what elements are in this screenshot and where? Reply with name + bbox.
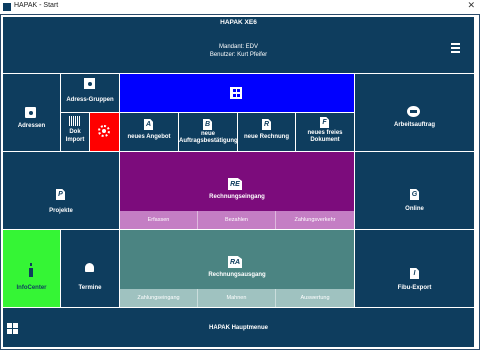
dok-import-label-1: Dok [69, 129, 81, 135]
projekte-label: Projekte [49, 208, 73, 214]
neue-auftragsbestaetigung-tile[interactable]: B neue Auftragsbestätigung [179, 113, 238, 151]
zahlungsverkehr-button[interactable]: Zahlungsverkehr [276, 211, 354, 229]
dok-import-label-2: Import [65, 137, 85, 143]
rechnungsausgang-actions: Zahlungseingang Mahnen Auswertung [120, 289, 354, 307]
address-book-icon [25, 107, 36, 118]
mandant-label: Mandant: EDV [218, 44, 259, 50]
document-re-icon: RE [228, 178, 242, 190]
document-f-icon: F [320, 117, 329, 128]
settings-cog-icon [98, 125, 110, 137]
document-p-icon: P [56, 189, 65, 200]
header-tile: HAPAK XE6 Mandant: EDV Benutzer: Kurt Pf… [3, 17, 474, 73]
hauptmenue-label: HAPAK Hauptmenue [209, 325, 268, 331]
fibu-export-tile[interactable]: I Fibu-Export [355, 230, 474, 307]
dok-import-tile[interactable]: Dok Import [61, 113, 89, 151]
neues-freies-dokument-tile[interactable]: F neues freies Dokument [296, 113, 354, 151]
bezahlen-button[interactable]: Bezahlen [198, 211, 276, 229]
fibu-export-label: Fibu-Export [397, 285, 432, 291]
adress-gruppen-label: Adress-Gruppen [66, 97, 114, 103]
document-ra-icon: RA [228, 256, 242, 268]
erfassen-button[interactable]: Erfassen [120, 211, 198, 229]
projekte-tile[interactable]: P Projekte [3, 152, 119, 229]
document-a-icon: A [144, 119, 153, 130]
auswertung-button[interactable]: Auswertung [276, 289, 354, 307]
main-window: HAPAK XE6 Mandant: EDV Benutzer: Kurt Pf… [0, 14, 480, 350]
info-icon [29, 266, 33, 277]
zahlungseingang-button[interactable]: Zahlungseingang [120, 289, 198, 307]
app-title: HAPAK XE6 [220, 19, 257, 26]
neue-auftrag-label-1: neue [200, 131, 215, 137]
document-i-icon: I [410, 268, 419, 279]
neues-angebot-label: neues Angebot [127, 134, 171, 140]
online-label: Online [405, 206, 424, 212]
benutzer-label: Benutzer: Kurt Pfeifer [209, 52, 268, 58]
rechnungseingang-label: Rechnungseingang [209, 194, 265, 200]
rechnungsausgang-tile[interactable]: RA Rechnungsausgang Zahlungseingang Mahn… [120, 230, 354, 307]
close-button[interactable]: ✕ [467, 0, 475, 11]
scanner-tile[interactable] [90, 113, 119, 151]
neues-freies-label-2: Dokument [310, 137, 340, 143]
document-g-icon: G [410, 189, 419, 200]
adressen-label: Adressen [17, 123, 46, 129]
infocenter-tile[interactable]: InfoCenter [3, 230, 60, 307]
rechnungseingang-tile[interactable]: RE Rechnungseingang Erfassen Bezahlen Za… [120, 152, 354, 229]
rechnungsausgang-label: Rechnungsausgang [208, 272, 266, 278]
neue-rechnung-tile[interactable]: R neue Rechnung [238, 113, 295, 151]
rechnungseingang-actions: Erfassen Bezahlen Zahlungsverkehr [120, 211, 354, 229]
document-b-icon: B [203, 119, 212, 130]
document-r-icon: R [262, 119, 271, 130]
adress-gruppen-tile[interactable]: Adress-Gruppen [61, 74, 119, 112]
neue-auftrag-label-2: Auftragsbestätigung [179, 138, 238, 144]
documents-icon [230, 87, 242, 99]
termine-label: Termine [78, 285, 102, 291]
infocenter-label: InfoCenter [16, 285, 47, 291]
app-icon [3, 3, 11, 11]
arbeitsauftrag-tile[interactable]: Arbeitsauftrag [355, 74, 474, 151]
adressen-tile[interactable]: Adressen [3, 74, 60, 151]
online-tile[interactable]: G Online [355, 152, 474, 229]
neues-freies-label-1: neues freies [307, 130, 343, 136]
handshake-icon [407, 106, 420, 117]
mahnen-button[interactable]: Mahnen [198, 289, 276, 307]
neues-angebot-tile[interactable]: A neues Angebot [120, 113, 178, 151]
termine-tile[interactable]: Termine [61, 230, 119, 307]
window-title: HAPAK - Start [14, 2, 59, 9]
neue-rechnung-label: neue Rechnung [243, 134, 289, 140]
arbeitsauftrag-label: Arbeitsauftrag [393, 122, 435, 128]
address-group-icon [84, 78, 95, 89]
barcode-icon [69, 116, 80, 126]
title-bar: HAPAK - Start ✕ [0, 0, 480, 15]
hamburger-menu-icon[interactable] [451, 43, 460, 55]
bell-icon [85, 263, 94, 272]
hauptmenue-tile[interactable]: HAPAK Hauptmenue [3, 308, 474, 347]
dokumente-header-tile[interactable] [120, 74, 354, 112]
